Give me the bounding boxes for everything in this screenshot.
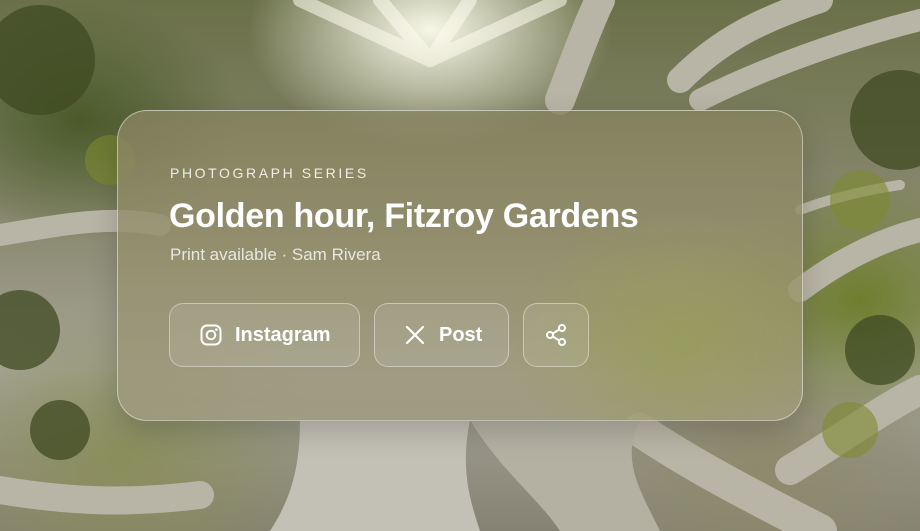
instagram-button-label: Instagram — [235, 323, 331, 346]
share-button[interactable] — [523, 303, 589, 367]
photo-subtitle: Print available · Sam Rivera — [170, 245, 381, 264]
background-photo: PHOTOGRAPH SERIES Golden hour, Fitzroy G… — [0, 0, 920, 531]
post-button[interactable]: Post — [374, 303, 509, 367]
x-icon — [404, 324, 426, 346]
share-actions: Instagram Post — [169, 303, 589, 367]
share-card: PHOTOGRAPH SERIES Golden hour, Fitzroy G… — [117, 110, 803, 421]
share-icon — [544, 323, 568, 347]
photo-title: Golden hour, Fitzroy Gardens — [169, 197, 639, 235]
instagram-button[interactable]: Instagram — [169, 303, 360, 367]
post-button-label: Post — [439, 323, 483, 346]
instagram-icon — [200, 324, 222, 346]
eyebrow-label: PHOTOGRAPH SERIES — [170, 165, 369, 181]
